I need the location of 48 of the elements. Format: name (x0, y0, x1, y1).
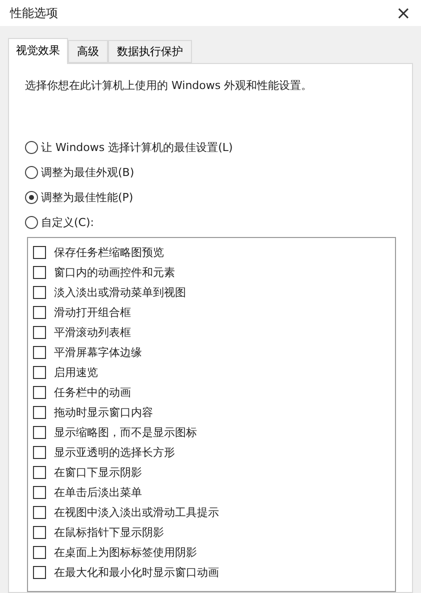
checkbox-label[interactable]: 窗口内的动画控件和元素 (54, 264, 175, 280)
checkbox-label[interactable]: 在视图中淡入淡出或滑动工具提示 (54, 504, 219, 520)
checkbox-label[interactable]: 在单击后淡出菜单 (54, 484, 142, 500)
checkbox[interactable] (33, 266, 46, 278)
checkbox-label[interactable]: 显示缩略图，而不是显示图标 (54, 424, 197, 440)
checkbox[interactable] (33, 566, 46, 578)
checkbox-label[interactable]: 启用速览 (54, 364, 98, 380)
checkbox-label[interactable]: 任务栏中的动画 (54, 384, 131, 400)
checkbox-label[interactable]: 在最大化和最小化时显示窗口动画 (54, 564, 219, 580)
tab[interactable]: 视觉效果 (8, 38, 68, 64)
checkbox[interactable] (33, 366, 46, 378)
checkbox[interactable] (33, 446, 46, 458)
radio-button[interactable] (25, 141, 38, 154)
checkbox-label[interactable]: 淡入淡出或滑动菜单到视图 (54, 284, 186, 300)
description: 选择你想在此计算机上使用的 Windows 外观和性能设置。 (25, 78, 314, 93)
checkbox[interactable] (33, 286, 46, 298)
checkbox-label[interactable]: 显示亚透明的选择长方形 (54, 444, 175, 460)
checkbox[interactable] (33, 546, 46, 558)
radio-button[interactable] (25, 166, 38, 179)
checkbox-label[interactable]: 在桌面上为图标标签使用阴影 (54, 544, 197, 560)
radio-button[interactable] (25, 191, 38, 204)
checkbox-label[interactable]: 平滑滚动列表框 (54, 324, 131, 340)
checkbox[interactable] (33, 386, 46, 398)
tab[interactable]: 数据执行保护 (108, 40, 192, 63)
tab[interactable]: 高级 (68, 40, 108, 63)
radio-label[interactable]: 调整为最佳外观(B) (41, 165, 134, 180)
checkbox[interactable] (33, 526, 46, 538)
checkbox[interactable] (33, 306, 46, 318)
close-button[interactable]: × (392, 2, 415, 24)
checkbox[interactable] (33, 246, 46, 258)
checkbox-label[interactable]: 拖动时显示窗口内容 (54, 404, 153, 420)
radio-label[interactable]: 让 Windows 选择计算机的最佳设置(L) (41, 140, 233, 155)
checkbox-label[interactable]: 在鼠标指针下显示阴影 (54, 524, 164, 540)
checkbox-label[interactable]: 在窗口下显示阴影 (54, 464, 142, 480)
checkbox[interactable] (33, 406, 46, 418)
checkbox-label[interactable]: 平滑屏幕字体边缘 (54, 344, 142, 360)
checkbox[interactable] (33, 346, 46, 358)
window-title: 性能选项 (10, 4, 58, 22)
checkbox-label[interactable]: 保存任务栏缩略图预览 (54, 244, 164, 260)
checkbox[interactable] (33, 486, 46, 498)
checkbox[interactable] (33, 506, 46, 518)
checkbox[interactable] (33, 326, 46, 338)
radio-label[interactable]: 自定义(C): (41, 215, 94, 230)
checkbox[interactable] (33, 426, 46, 438)
checkbox-label[interactable]: 滑动打开组合框 (54, 304, 131, 320)
radio-button[interactable] (25, 216, 38, 229)
radio-label[interactable]: 调整为最佳性能(P) (41, 190, 134, 205)
checkbox[interactable] (33, 466, 46, 478)
